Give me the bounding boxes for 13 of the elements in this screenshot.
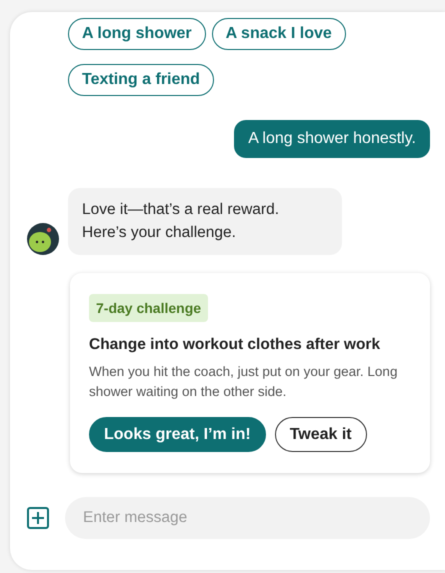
add-icon[interactable] xyxy=(27,507,49,530)
message-input[interactable]: Enter message xyxy=(65,497,430,540)
suggestion-chip[interactable]: A long shower xyxy=(68,18,206,50)
challenge-title: Change into workout clothes after work xyxy=(89,336,380,354)
tweak-button[interactable]: Tweak it xyxy=(274,417,367,452)
mascot-avatar-icon xyxy=(27,222,59,254)
suggestion-chip[interactable]: A snack I love xyxy=(212,18,346,50)
bot-message: Love it—that’s a real reward. Here’s your challenge. xyxy=(68,188,342,254)
user-message: A long shower honestly. xyxy=(234,120,430,158)
challenge-tag: 7-day challenge xyxy=(89,294,208,322)
accept-button[interactable]: Looks great, I’m in! xyxy=(89,417,266,452)
suggestion-chip[interactable]: Texting a friend xyxy=(68,64,214,96)
challenge-description: When you hit the coach, just put on your gear. Long shower waiting on the other side. xyxy=(89,362,398,402)
